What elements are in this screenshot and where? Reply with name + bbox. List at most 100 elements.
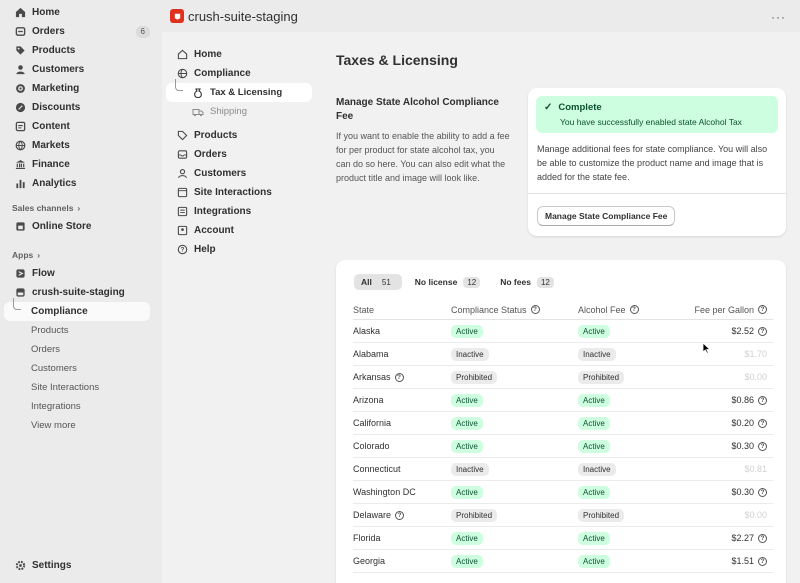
help-icon[interactable]: ?: [758, 556, 767, 566]
target-icon: [14, 83, 26, 95]
sidebar-item-analytics[interactable]: Analytics: [4, 174, 158, 193]
tab-count: 12: [463, 276, 481, 288]
state-cell: Colorado: [353, 441, 390, 451]
table-row[interactable]: Arizona Active Active $0.86?: [353, 389, 773, 412]
sidebar-item-label: Customers: [32, 64, 85, 75]
help-icon[interactable]: ?: [758, 418, 767, 428]
sidebar-item-label: crush-suite-staging: [32, 287, 125, 298]
money-bag-icon: [192, 87, 204, 99]
states-table: State Compliance Status? Alcohol Fee? Fe…: [353, 300, 773, 573]
sidebar-item-markets[interactable]: Markets: [4, 136, 158, 155]
fee-per-gallon-value: $2.27: [731, 533, 754, 543]
status-cell: Active: [451, 416, 578, 430]
table-row[interactable]: Colorado Active Active $0.30?: [353, 435, 773, 458]
help-icon[interactable]: ?: [758, 305, 767, 314]
gallon-cell: $1.70: [678, 349, 773, 359]
fee-badge: Active: [578, 439, 610, 453]
sidebar-item-customers[interactable]: Customers: [4, 60, 158, 79]
fee-badge: Active: [578, 324, 610, 338]
state-cell: Georgia: [353, 556, 386, 566]
table-header: State Compliance Status? Alcohol Fee? Fe…: [353, 300, 773, 320]
fee-cell: Active: [578, 416, 678, 430]
status-badge: Active: [451, 393, 483, 407]
sidebar-sub-site-interactions[interactable]: Site Interactions: [4, 378, 158, 397]
apps-heading[interactable]: Apps ›: [0, 246, 162, 264]
help-icon[interactable]: ?: [395, 510, 405, 520]
app-nav-tax-licensing[interactable]: Tax & Licensing: [166, 79, 312, 102]
sidebar-item-app[interactable]: crush-suite-staging: [4, 283, 158, 302]
account-icon: [176, 225, 188, 237]
fee-cell: Active: [578, 485, 678, 499]
sidebar-item-finance[interactable]: Finance: [4, 155, 158, 174]
sidebar-sub-products[interactable]: Products: [4, 321, 158, 340]
app-nav-home[interactable]: Home: [166, 45, 316, 64]
sidebar-item-label: Markets: [32, 140, 70, 151]
app-nav-site-interactions[interactable]: Site Interactions: [166, 183, 316, 202]
state-cell: California: [353, 418, 392, 428]
sidebar-item-home[interactable]: Home: [4, 3, 158, 22]
sidebar-item-marketing[interactable]: Marketing: [4, 79, 158, 98]
help-icon[interactable]: ?: [530, 305, 540, 314]
header-compliance-status: Compliance Status?: [451, 305, 578, 315]
app-nav-account[interactable]: Account: [166, 221, 316, 240]
header-state[interactable]: State: [353, 305, 451, 315]
table-row[interactable]: Connecticut Inactive Inactive $0.81: [353, 458, 773, 481]
gear-icon: [14, 560, 26, 572]
fee-cell: Active: [578, 554, 678, 568]
store-icon: [14, 221, 26, 233]
help-icon[interactable]: ?: [758, 326, 767, 336]
sidebar-item-settings[interactable]: Settings: [4, 556, 158, 575]
table-row[interactable]: Washington DC Active Active $0.30?: [353, 481, 773, 504]
help-icon[interactable]: ?: [758, 487, 767, 497]
tab-no-license[interactable]: No license 12: [408, 274, 487, 290]
sidebar-item-content[interactable]: Content: [4, 117, 158, 136]
help-icon[interactable]: ?: [758, 533, 767, 543]
table-row[interactable]: Arkansas? Prohibited Prohibited $0.00: [353, 366, 773, 389]
sidebar-item-online-store[interactable]: Online Store: [4, 217, 158, 236]
table-row[interactable]: Alaska Active Active $2.52?: [353, 320, 773, 343]
tab-all[interactable]: All 51: [354, 274, 402, 290]
app-nav-help[interactable]: ? Help: [166, 240, 316, 259]
person-icon: [14, 64, 26, 76]
sidebar-item-discounts[interactable]: Discounts: [4, 98, 158, 117]
app-nav-integrations[interactable]: Integrations: [166, 202, 316, 221]
manage-compliance-fee-button[interactable]: Manage State Compliance Fee: [537, 206, 676, 226]
help-icon[interactable]: ?: [629, 305, 639, 314]
status-cell: Prohibited: [451, 508, 578, 522]
orders-count-badge: 6: [135, 25, 150, 38]
table-row[interactable]: Georgia Active Active $1.51?: [353, 550, 773, 573]
checkmark-icon: ✓: [544, 102, 553, 113]
fee-per-gallon-value: $0.00: [744, 510, 767, 520]
app-nav-orders[interactable]: Orders: [166, 145, 316, 164]
app-nav-products[interactable]: Products: [166, 126, 316, 145]
fee-badge: Active: [578, 554, 610, 568]
sidebar-item-orders[interactable]: Orders 6: [4, 22, 158, 41]
table-row[interactable]: California Active Active $0.20?: [353, 412, 773, 435]
fee-cell: Inactive: [578, 462, 678, 476]
table-row[interactable]: Florida Active Active $2.27?: [353, 527, 773, 550]
state-cell: Connecticut: [353, 464, 401, 474]
list-icon: [176, 206, 188, 218]
sidebar-item-products[interactable]: Products: [4, 41, 158, 60]
tab-no-fees[interactable]: No fees 12: [493, 274, 561, 290]
sidebar-item-flow[interactable]: Flow: [4, 264, 158, 283]
app-nav-shipping[interactable]: Shipping: [166, 102, 312, 121]
fee-cell: Active: [578, 393, 678, 407]
state-cell: Alaska: [353, 326, 381, 336]
help-icon[interactable]: ?: [394, 372, 404, 382]
help-icon[interactable]: ?: [758, 441, 767, 451]
sales-channels-heading[interactable]: Sales channels ›: [0, 199, 162, 217]
more-options-icon[interactable]: ···: [771, 10, 786, 24]
state-cell: Arizona: [353, 395, 384, 405]
sidebar-sub-customers[interactable]: Customers: [4, 359, 158, 378]
help-icon[interactable]: ?: [758, 395, 767, 405]
state-cell: Washington DC: [353, 487, 416, 497]
app-nav-customers[interactable]: Customers: [166, 164, 316, 183]
app-nav-compliance[interactable]: Compliance: [166, 64, 316, 83]
sidebar-sub-compliance[interactable]: Compliance: [4, 298, 150, 321]
sidebar-sub-orders[interactable]: Orders: [4, 340, 158, 359]
sidebar-sub-integrations[interactable]: Integrations: [4, 397, 158, 416]
table-row[interactable]: Delaware? Prohibited Prohibited $0.00: [353, 504, 773, 527]
sidebar-sub-view-more[interactable]: View more: [4, 416, 158, 435]
state-cell: Alabama: [353, 349, 389, 359]
